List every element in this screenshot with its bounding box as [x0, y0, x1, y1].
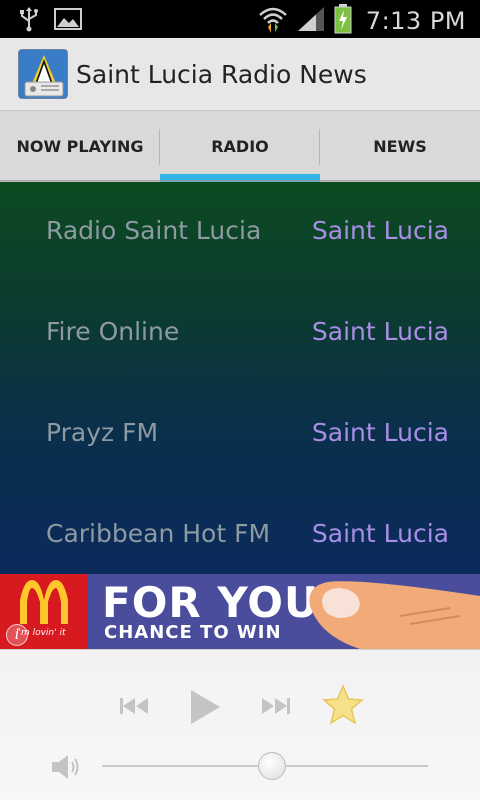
- tab-news[interactable]: NEWS: [320, 111, 480, 182]
- station-name: Radio Saint Lucia: [46, 216, 262, 245]
- tab-bar: NOW PLAYING RADIO NEWS: [0, 110, 480, 182]
- station-name: Caribbean Hot FM: [46, 519, 271, 548]
- signal-icon: [296, 5, 326, 37]
- tab-label: NOW PLAYING: [16, 137, 144, 156]
- station-country: Saint Lucia: [311, 418, 449, 447]
- tab-label: RADIO: [211, 137, 269, 156]
- image-icon: [54, 7, 82, 35]
- finger-icon: [309, 581, 480, 649]
- station-name: Fire Online: [46, 317, 180, 346]
- next-icon[interactable]: [260, 694, 292, 722]
- station-row-fire-online[interactable]: Fire Online Saint Lucia: [0, 283, 480, 383]
- volume-slider[interactable]: [102, 752, 428, 780]
- station-row-radio-saint-lucia[interactable]: Radio Saint Lucia Saint Lucia: [0, 182, 480, 282]
- player-controls: [0, 649, 480, 800]
- app-title: Saint Lucia Radio News: [76, 59, 367, 89]
- clock: 7:13 PM: [365, 7, 466, 35]
- ad-subline: CHANCE TO WIN: [104, 622, 282, 643]
- app-logo-icon[interactable]: [18, 49, 68, 99]
- tab-label: NEWS: [373, 137, 427, 156]
- ad-banner[interactable]: i'm lovin' it FOR YOUR CHANCE TO WIN: [0, 574, 480, 649]
- battery-charging-icon: [334, 4, 352, 38]
- ad-info-icon[interactable]: i: [6, 624, 28, 646]
- wifi-icon: [258, 5, 288, 37]
- station-row-caribbean-hot-fm[interactable]: Caribbean Hot FM Saint Lucia: [0, 485, 480, 585]
- tab-now-playing[interactable]: NOW PLAYING: [0, 111, 160, 182]
- station-country: Saint Lucia: [311, 216, 449, 245]
- tab-radio[interactable]: RADIO: [160, 111, 320, 182]
- status-bar: 7:13 PM: [0, 0, 480, 38]
- golden-arches-icon: [20, 580, 68, 624]
- action-bar: Saint Lucia Radio News: [0, 38, 480, 110]
- favorite-star-icon[interactable]: [322, 684, 364, 730]
- previous-icon[interactable]: [118, 694, 150, 722]
- station-country: Saint Lucia: [311, 519, 449, 548]
- station-name: Prayz FM: [46, 418, 159, 447]
- play-icon[interactable]: [188, 688, 222, 730]
- volume-icon[interactable]: [50, 752, 82, 786]
- station-row-prayz-fm[interactable]: Prayz FM Saint Lucia: [0, 384, 480, 484]
- volume-thumb[interactable]: [258, 752, 286, 780]
- usb-icon: [18, 6, 40, 36]
- station-country: Saint Lucia: [311, 317, 449, 346]
- station-list: Radio Saint Lucia Saint Lucia Fire Onlin…: [0, 182, 480, 574]
